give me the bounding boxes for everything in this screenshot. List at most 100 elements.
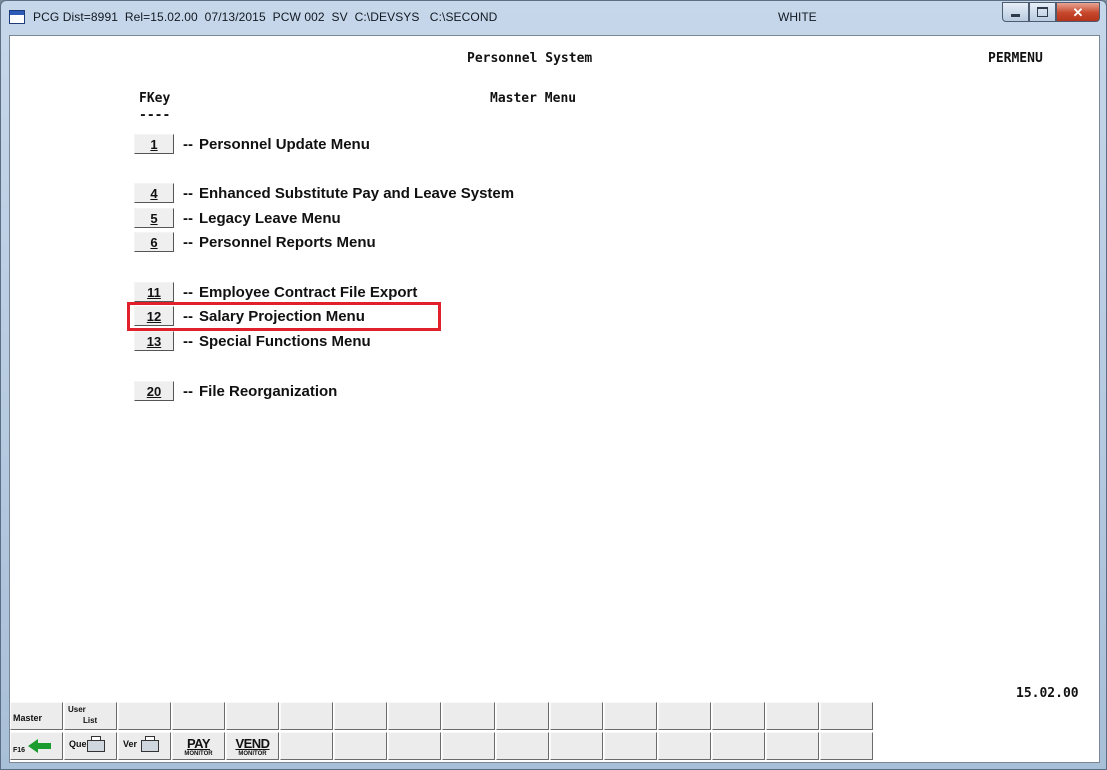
fkey-4-button[interactable]: 4 bbox=[134, 183, 174, 203]
toolbar-slot-9[interactable] bbox=[442, 702, 495, 730]
toolbar-slot-b12[interactable] bbox=[604, 732, 657, 760]
terminal-screen: Personnel System PERMENU FKey ---- Maste… bbox=[9, 35, 1100, 763]
master-button[interactable]: Master bbox=[10, 702, 63, 730]
item-separator: -- bbox=[183, 283, 193, 301]
view-label: Ver bbox=[123, 739, 138, 749]
menu-item-label: Enhanced Substitute Pay and Leave System bbox=[199, 184, 515, 202]
vend-monitor-button[interactable]: VEND MONITOR bbox=[226, 732, 279, 760]
window-controls: ✕ bbox=[1002, 2, 1100, 23]
toolbar-slot-b10[interactable] bbox=[496, 732, 549, 760]
menu-item-personnel-update[interactable]: 1 -- Personnel Update Menu bbox=[134, 133, 370, 155]
fkey-11-button[interactable]: 11 bbox=[134, 282, 174, 302]
user-list-button[interactable]: User List bbox=[64, 702, 117, 730]
menu-item-special-functions[interactable]: 13 -- Special Functions Menu bbox=[134, 330, 371, 352]
fkey-number: 6 bbox=[150, 234, 158, 250]
minimize-icon bbox=[1011, 14, 1020, 17]
fkey-5-button[interactable]: 5 bbox=[134, 208, 174, 228]
pay-monitor-button[interactable]: PAY MONITOR bbox=[172, 732, 225, 760]
system-title: Personnel System bbox=[467, 51, 593, 66]
maximize-button[interactable] bbox=[1029, 2, 1056, 22]
item-separator: -- bbox=[183, 233, 193, 251]
close-button[interactable]: ✕ bbox=[1056, 2, 1100, 22]
fkey-number: 5 bbox=[150, 210, 158, 226]
fkey-number: 13 bbox=[146, 333, 162, 349]
toolbar-slot-b6[interactable] bbox=[280, 732, 333, 760]
toolbar-slot-b16[interactable] bbox=[820, 732, 873, 760]
fkey-header: FKey bbox=[139, 91, 171, 106]
fkey-20-button[interactable]: 20 bbox=[134, 381, 174, 401]
fkey-header-rule: ---- bbox=[139, 108, 171, 123]
queue-label: Que bbox=[69, 739, 87, 749]
toolbar-row-top: Master User List bbox=[10, 702, 874, 730]
list-label: List bbox=[83, 716, 98, 725]
menu-item-legacy-leave[interactable]: 5 -- Legacy Leave Menu bbox=[134, 207, 341, 229]
window-title: PCG Dist=8991 Rel=15.02.00 07/13/2015 PC… bbox=[33, 10, 498, 24]
pay-monitor-sublabel: MONITOR bbox=[184, 751, 213, 757]
fkey-number: 1 bbox=[150, 136, 158, 152]
item-separator: -- bbox=[183, 135, 193, 153]
fkey-number: 20 bbox=[146, 383, 162, 399]
fkey-13-button[interactable]: 13 bbox=[134, 331, 174, 351]
fkey-1-button[interactable]: 1 bbox=[134, 134, 174, 154]
menu-title: Master Menu bbox=[490, 91, 577, 106]
printer-icon bbox=[87, 736, 105, 752]
close-icon: ✕ bbox=[1072, 4, 1084, 20]
queue-print-button[interactable]: Que bbox=[64, 732, 117, 760]
toolbar-slot-b9[interactable] bbox=[442, 732, 495, 760]
toolbar-slot-b11[interactable] bbox=[550, 732, 603, 760]
toolbar-slot-13[interactable] bbox=[658, 702, 711, 730]
toolbar-slot-10[interactable] bbox=[496, 702, 549, 730]
vend-monitor-sublabel: MONITOR bbox=[238, 751, 267, 757]
function-toolbar: Master User List F16 Que Ver PAY MONITOR… bbox=[10, 702, 890, 762]
toolbar-row-bottom: F16 Que Ver PAY MONITOR VEND MONITOR bbox=[10, 732, 874, 760]
fkey-6-button[interactable]: 6 bbox=[134, 232, 174, 252]
menu-item-label: File Reorganization bbox=[199, 382, 338, 400]
toolbar-slot-15[interactable] bbox=[766, 702, 819, 730]
toolbar-slot-5[interactable] bbox=[226, 702, 279, 730]
f16-label: F16 bbox=[13, 747, 26, 754]
fkey-number: 11 bbox=[147, 284, 161, 300]
toolbar-slot-b7[interactable] bbox=[334, 732, 387, 760]
menu-item-label: Personnel Reports Menu bbox=[199, 233, 376, 251]
printer-icon bbox=[141, 736, 159, 752]
version-number: 15.02.00 bbox=[1016, 686, 1079, 701]
minimize-button[interactable] bbox=[1002, 2, 1029, 22]
item-separator: -- bbox=[183, 382, 193, 400]
salary-projection-highlight bbox=[127, 302, 441, 331]
toolbar-slot-b8[interactable] bbox=[388, 732, 441, 760]
toolbar-slot-b13[interactable] bbox=[658, 732, 711, 760]
user-label: User bbox=[68, 705, 86, 714]
app-window-icon[interactable] bbox=[9, 10, 25, 24]
menu-item-personnel-reports[interactable]: 6 -- Personnel Reports Menu bbox=[134, 231, 376, 253]
menu-item-label: Special Functions Menu bbox=[199, 332, 371, 350]
view-print-button[interactable]: Ver bbox=[118, 732, 171, 760]
toolbar-slot-b15[interactable] bbox=[766, 732, 819, 760]
toolbar-slot-12[interactable] bbox=[604, 702, 657, 730]
f16-back-button[interactable]: F16 bbox=[10, 732, 63, 760]
toolbar-slot-6[interactable] bbox=[280, 702, 333, 730]
menu-item-employee-contract-export[interactable]: 11 -- Employee Contract File Export bbox=[134, 281, 417, 303]
green-left-arrow-icon-tail bbox=[37, 743, 51, 749]
item-separator: -- bbox=[183, 209, 193, 227]
fkey-number: 4 bbox=[150, 185, 158, 201]
toolbar-slot-7[interactable] bbox=[334, 702, 387, 730]
menu-item-label: Personnel Update Menu bbox=[199, 135, 370, 153]
toolbar-slot-16[interactable] bbox=[820, 702, 873, 730]
toolbar-slot-b14[interactable] bbox=[712, 732, 765, 760]
environment-label: WHITE bbox=[778, 10, 817, 24]
toolbar-slot-8[interactable] bbox=[388, 702, 441, 730]
app-window: PCG Dist=8991 Rel=15.02.00 07/13/2015 PC… bbox=[0, 0, 1107, 770]
toolbar-slot-4[interactable] bbox=[172, 702, 225, 730]
vend-label: VEND bbox=[235, 736, 270, 751]
toolbar-slot-14[interactable] bbox=[712, 702, 765, 730]
item-separator: -- bbox=[183, 332, 193, 350]
maximize-icon bbox=[1037, 7, 1048, 17]
title-bar[interactable]: PCG Dist=8991 Rel=15.02.00 07/13/2015 PC… bbox=[1, 1, 1106, 35]
menu-item-file-reorganization[interactable]: 20 -- File Reorganization bbox=[134, 380, 337, 402]
pay-label: PAY bbox=[186, 736, 211, 751]
menu-item-label: Employee Contract File Export bbox=[199, 283, 418, 301]
item-separator: -- bbox=[183, 184, 193, 202]
menu-item-enhanced-substitute[interactable]: 4 -- Enhanced Substitute Pay and Leave S… bbox=[134, 182, 514, 204]
toolbar-slot-3[interactable] bbox=[118, 702, 171, 730]
toolbar-slot-11[interactable] bbox=[550, 702, 603, 730]
